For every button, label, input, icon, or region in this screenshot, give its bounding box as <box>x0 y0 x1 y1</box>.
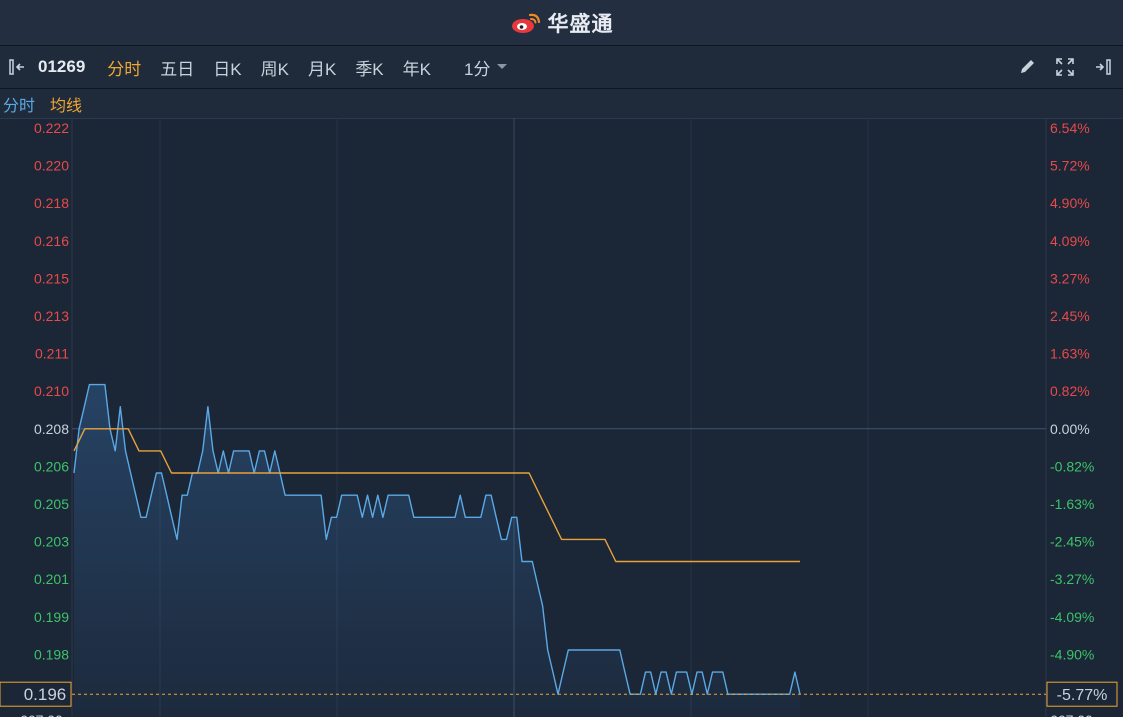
bottom-left-label: 667.00 <box>20 712 63 717</box>
y-tick-label-right: 6.54% <box>1050 120 1090 136</box>
y-tick-label-left: 0.205 <box>34 496 69 512</box>
app-name: 华盛通 <box>547 12 614 36</box>
y-tick-label-right: 2.45% <box>1050 308 1090 324</box>
y-tick-label-left: 0.213 <box>34 308 69 324</box>
title-bar: 华盛通 <box>0 0 1123 46</box>
y-tick-label-right: 4.90% <box>1050 195 1090 211</box>
pencil-icon[interactable] <box>1015 55 1039 79</box>
y-tick-label-right: 4.09% <box>1050 233 1090 249</box>
y-tick-label-left: 0.218 <box>34 195 69 211</box>
bottom-right-label: 667.00 <box>1050 712 1093 717</box>
y-tick-label-right: 0.00% <box>1050 421 1090 437</box>
interval-dropdown[interactable]: 1分 <box>464 55 508 80</box>
y-tick-label-right: -2.45% <box>1050 534 1094 550</box>
interval-label: 1分 <box>464 59 491 79</box>
weibo-logo-icon <box>511 13 540 33</box>
stock-code: 01269 <box>38 57 86 76</box>
legend-price-line: 分时 <box>3 97 36 115</box>
current-price-label: 0.196 <box>24 685 67 704</box>
chart-tools <box>1015 46 1115 88</box>
intraday-chart: 0.222 6.54% 0.220 5.72% 0.218 4.90% 0.216 4.09%… <box>0 118 1118 717</box>
y-tick-label-right: -3.27% <box>1050 571 1094 587</box>
y-tick-label-left: 0.215 <box>34 270 69 286</box>
toolbar: 01269 分时 五日 日K 周K 月K 季K 年K 1分 <box>0 46 1123 89</box>
y-tick-label-left: 0.206 <box>34 458 69 474</box>
fullscreen-icon[interactable] <box>1053 55 1077 79</box>
current-pct-label: -5.77% <box>1057 687 1108 704</box>
tab-weekly-k[interactable]: 周K <box>261 55 289 80</box>
y-tick-label-right: 5.72% <box>1050 158 1090 174</box>
tab-yearly-k[interactable]: 年K <box>403 55 431 80</box>
y-tick-label-left: 0.198 <box>34 646 69 662</box>
y-tick-label-right: -1.63% <box>1050 496 1094 512</box>
y-tick-label-left: 0.211 <box>35 346 69 362</box>
y-tick-label-left: 0.199 <box>34 609 69 625</box>
tab-five-day[interactable]: 五日 <box>160 55 194 80</box>
y-tick-label-left: 0.208 <box>34 421 69 437</box>
tab-daily-k[interactable]: 日K <box>213 55 241 80</box>
tab-monthly-k[interactable]: 月K <box>308 55 336 80</box>
y-tick-label-left: 0.203 <box>34 534 69 550</box>
tab-intraday[interactable]: 分时 <box>107 55 141 80</box>
y-tick-label-left: 0.210 <box>34 383 69 399</box>
collapse-right-icon[interactable] <box>1091 55 1115 79</box>
y-tick-label-right: -4.09% <box>1050 609 1094 625</box>
y-tick-label-right: 0.82% <box>1050 383 1090 399</box>
chart-legend: 分时 均线 <box>0 89 1123 119</box>
app-logo: 华盛通 <box>510 8 614 38</box>
y-tick-label-right: 1.63% <box>1050 346 1090 362</box>
y-tick-label-right: -4.90% <box>1050 646 1094 662</box>
y-tick-label-left: 0.222 <box>34 120 69 136</box>
tab-quarterly-k[interactable]: 季K <box>355 55 383 80</box>
y-tick-label-left: 0.220 <box>34 158 69 174</box>
collapse-left-icon[interactable] <box>4 53 32 81</box>
y-tick-label-left: 0.216 <box>34 233 69 249</box>
y-tick-label-right: -0.82% <box>1050 458 1094 474</box>
legend-average-line: 均线 <box>50 97 83 115</box>
y-tick-label-right: 3.27% <box>1050 270 1090 286</box>
chevron-down-icon <box>497 64 508 69</box>
y-tick-label-left: 0.201 <box>34 571 69 587</box>
